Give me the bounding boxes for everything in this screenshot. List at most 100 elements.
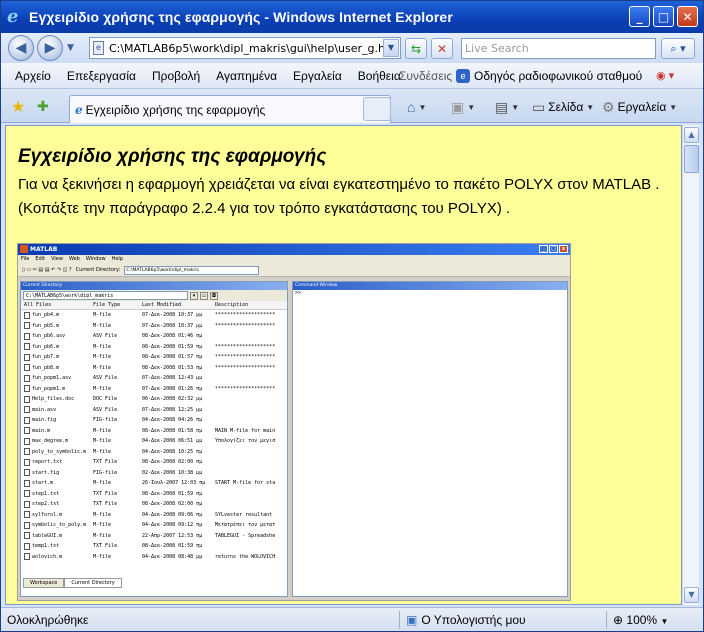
file-icon: [24, 332, 30, 340]
matlab-file-cell: M-file: [93, 448, 112, 455]
matlab-file-label: symbolic_to_poly.m: [32, 522, 87, 528]
matlab-tab-current-directory: Current Directory: [64, 578, 122, 588]
page-menu-button[interactable]: ▭ Σελίδα ▼: [532, 97, 594, 117]
search-button[interactable]: ⌕ ▾: [661, 38, 695, 59]
matlab-file-cell: ********************: [215, 385, 276, 392]
maximize-button[interactable]: □: [653, 6, 674, 27]
status-divider: [399, 611, 400, 629]
minimize-button[interactable]: _: [629, 6, 650, 27]
menu-tools[interactable]: Εργαλεία: [293, 69, 342, 83]
matlab-file-label: tableGUI.m: [32, 532, 63, 539]
matlab-file-name: fun_pb8.m: [21, 363, 93, 374]
matlab-file-cell: 04-Δεκ-2008 06:51 μμ: [142, 438, 203, 444]
favorites-star-icon[interactable]: ★: [11, 97, 25, 116]
matlab-file-name: symbolic_to_poly.m: [21, 520, 93, 531]
matlab-file-cell: M-file: [93, 553, 112, 560]
matlab-file-cell: 08-Δεκ-2008 01:57 πμ: [142, 354, 203, 360]
tools-dropdown-icon[interactable]: ▼: [669, 103, 677, 112]
vertical-scrollbar[interactable]: ▲ ▼: [682, 125, 699, 605]
search-input[interactable]: Live Search: [461, 38, 656, 59]
home-button[interactable]: ⌂ ▼: [407, 97, 426, 117]
matlab-file-cell: ASV File: [93, 333, 118, 339]
print-icon: ▤: [495, 98, 509, 115]
matlab-file-cell: returns the WOLOVICH: [215, 553, 276, 560]
matlab-file-cell: M-file: [93, 364, 112, 371]
zoom-level: 100%: [626, 613, 658, 627]
scroll-up-icon[interactable]: ▲: [684, 127, 699, 143]
zoom-control[interactable]: ⊕ 100% ▼: [613, 613, 668, 627]
links-label[interactable]: Συνδέσεις: [399, 69, 452, 83]
print-dropdown-icon[interactable]: ▼: [511, 103, 519, 112]
menu-help[interactable]: Βοήθεια: [358, 69, 401, 83]
file-icon: [24, 469, 30, 477]
radio-guide-link[interactable]: e Οδηγός ραδιοφωνικού σταθμού: [456, 68, 642, 83]
close-button[interactable]: ✕: [677, 6, 698, 27]
history-dropdown-icon[interactable]: ▼: [67, 43, 74, 53]
feeds-dropdown-icon[interactable]: ▼: [467, 103, 475, 112]
menu-file[interactable]: Αρχείο: [15, 69, 51, 83]
scroll-thumb[interactable]: [684, 145, 699, 173]
matlab-file-cell: TXT File: [93, 543, 118, 549]
matlab-file-cell: Υπολογίζει τον μεγισ: [215, 438, 276, 444]
address-bar[interactable]: e C:\MATLAB6p5\work\dipl_makris\gui\help…: [89, 37, 401, 59]
matlab-file-cell: [215, 394, 285, 405]
back-button[interactable]: ◀: [8, 35, 34, 61]
menu-edit[interactable]: Επεξεργασία: [67, 69, 136, 83]
menu-view[interactable]: Προβολή: [152, 69, 200, 83]
matlab-file-row: step1.txt TXT File 08-Δεκ-2008 01:59 πμ: [21, 489, 287, 500]
matlab-file-label: main.m: [32, 427, 51, 434]
tab-current[interactable]: e Εγχειρίδιο χρήσης της εφαρμογής: [69, 95, 391, 123]
home-dropdown-icon[interactable]: ▼: [418, 103, 426, 112]
zoom-dropdown-icon[interactable]: ▼: [660, 617, 668, 626]
matlab-file-cell: M-file: [93, 312, 112, 318]
matlab-file-cell: [215, 373, 285, 384]
matlab-file-cell: 08-Δεκ-2008 01:53 πμ: [142, 364, 203, 371]
matlab-file-label: poly_to_symbolic.m: [32, 448, 87, 455]
scroll-down-icon[interactable]: ▼: [684, 587, 699, 603]
matlab-file-cell: M-file: [93, 511, 112, 518]
refresh-button[interactable]: ⇆: [405, 38, 427, 59]
file-icon: [24, 427, 30, 435]
page-content: Εγχειρίδιο χρήσης της εφαρμογής Για να ξ…: [5, 125, 682, 605]
security-zone[interactable]: ▣ Ο Υπολογιστής μου: [406, 613, 526, 627]
matlab-menu-item: Web: [68, 256, 80, 262]
tools-menu-button[interactable]: ⚙ Εργαλεία ▼: [602, 97, 677, 117]
matlab-title: MATLAB: [30, 246, 58, 253]
matlab-file-label: main.fig: [32, 417, 57, 423]
matlab-file-cell: 04-Δεκ-2008 04:26 πμ: [142, 417, 203, 423]
address-input[interactable]: C:\MATLAB6p5\work\dipl_makris\gui\help\u…: [109, 42, 400, 55]
title-bar[interactable]: e Εγχειρίδιο χρήσης της εφαρμογής - Wind…: [1, 1, 703, 33]
matlab-file-name: fun_pb6.asv: [21, 331, 93, 342]
matlab-toolbar: ▯ ▭ ✂ ▤ ▤ ↶ ↷ ◫ ? Current Directory: C:\…: [18, 264, 570, 277]
matlab-file-name: main.m: [21, 426, 93, 437]
menu-bar: Αρχείο Επεξεργασία Προβολή Αγαπημένα Εργ…: [1, 63, 703, 89]
matlab-left-pane-title: Current Directory: [21, 282, 287, 290]
matlab-file-label: main.asv: [32, 406, 57, 413]
matlab-folder-icon: ▫: [200, 291, 208, 300]
file-icon: [24, 479, 30, 487]
menu-favorites[interactable]: Αγαπημένα: [216, 69, 277, 83]
page-dropdown-icon[interactable]: ▼: [586, 103, 594, 112]
tools-menu-label: Εργαλεία: [617, 100, 667, 114]
translate-icon[interactable]: ◉ ▾: [656, 69, 686, 82]
matlab-file-name: report.txt: [21, 457, 93, 468]
matlab-file-cell: [215, 468, 285, 479]
browser-window: e Εγχειρίδιο χρήσης της εφαρμογής - Wind…: [0, 0, 704, 632]
matlab-file-cell: 07-Δεκ-2008 10:37 μμ: [142, 322, 203, 329]
matlab-file-cell: M-file: [93, 438, 112, 444]
add-favorites-icon[interactable]: ✚: [37, 99, 49, 115]
matlab-file-name: max_degree.m: [21, 436, 93, 447]
new-tab-button[interactable]: [363, 97, 391, 121]
matlab-file-cell: START M-file for sta: [215, 480, 276, 486]
file-icon: [24, 553, 30, 561]
forward-button[interactable]: ▶: [37, 35, 63, 61]
address-dropdown-icon[interactable]: ▼: [383, 39, 399, 57]
print-button[interactable]: ▤ ▼: [495, 97, 519, 117]
matlab-col-header: All Files: [24, 301, 52, 308]
feeds-button[interactable]: ▣ ▼: [451, 97, 475, 117]
stop-button[interactable]: ✕: [431, 38, 453, 59]
matlab-file-label: sylforol.m: [32, 511, 63, 518]
file-icon: [24, 532, 30, 540]
matlab-file-cell: ********************: [215, 354, 276, 360]
matlab-file-row: main.asv ASV File 07-Δεκ-2008 12:25 μμ: [21, 405, 287, 416]
